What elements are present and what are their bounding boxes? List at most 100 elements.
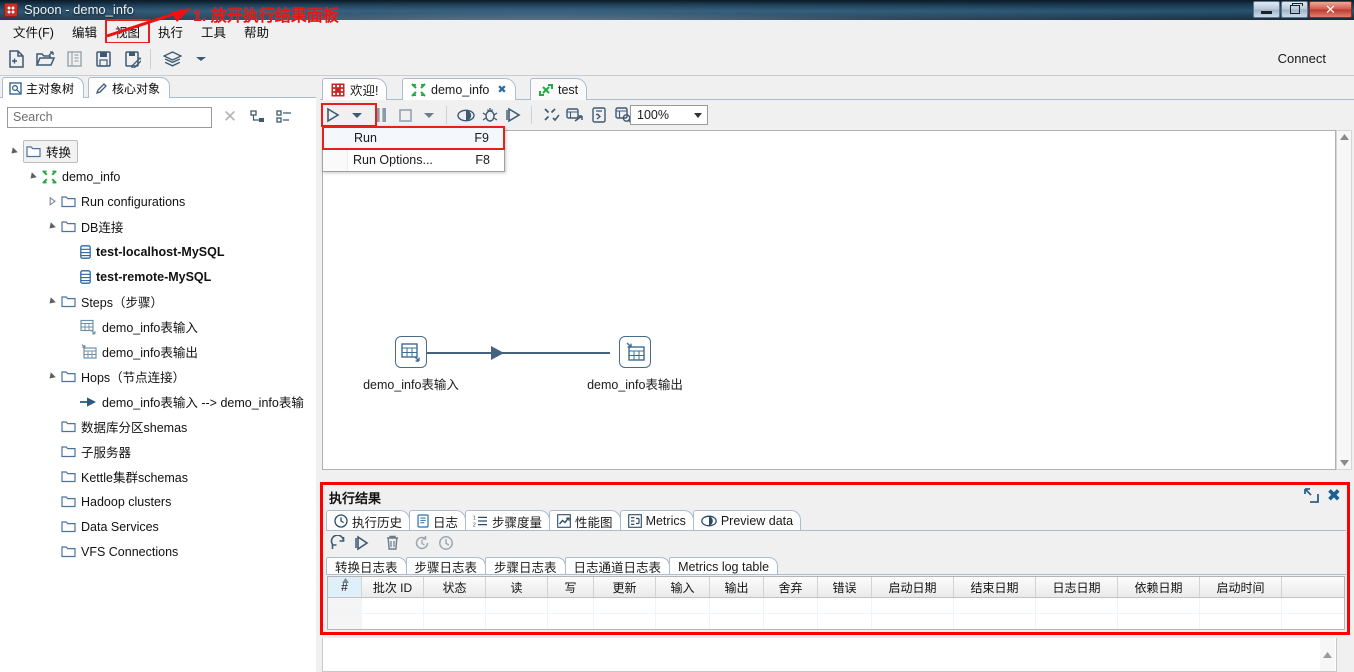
chevron-down-icon[interactable] xyxy=(188,46,214,72)
table-column-header[interactable] xyxy=(1282,577,1344,597)
delete-trash-icon[interactable] xyxy=(380,532,404,554)
explorer-icon[interactable] xyxy=(61,46,87,72)
tree-item[interactable]: demo_info表输出 xyxy=(0,339,316,364)
table-column-header[interactable]: 依赖日期 xyxy=(1118,577,1200,597)
exec-subtab-3[interactable]: 日志通道日志表 xyxy=(564,557,671,575)
refresh-icon[interactable] xyxy=(326,532,350,554)
run-history-icon[interactable] xyxy=(350,532,374,554)
tree-item[interactable]: test-localhost-MySQL xyxy=(0,239,316,264)
exec-tab-3[interactable]: 性能图 xyxy=(549,510,621,531)
tree-item[interactable]: VFS Connections xyxy=(0,539,316,564)
search-input[interactable] xyxy=(7,106,212,128)
twisty-collapsed-icon[interactable] xyxy=(48,197,57,206)
table-row[interactable] xyxy=(328,614,1344,629)
exec-subtab-4[interactable]: Metrics log table xyxy=(669,557,779,575)
table-column-header[interactable]: 输出 xyxy=(710,577,764,597)
clear-x-icon[interactable]: ✕ xyxy=(220,107,240,127)
table-column-header[interactable]: 更新 xyxy=(594,577,656,597)
replay-icon[interactable] xyxy=(503,104,525,126)
undo-clock-icon[interactable] xyxy=(410,532,434,554)
exec-tab-2[interactable]: 1 2 步骤度量 xyxy=(465,510,551,531)
exec-subtab-0[interactable]: 转换日志表 xyxy=(326,557,407,575)
zoom-combo[interactable]: 100% xyxy=(630,105,708,125)
tab-test[interactable]: test xyxy=(530,78,588,100)
replay-clock-icon[interactable] xyxy=(434,532,458,554)
bottom-scrollbar[interactable] xyxy=(1320,638,1335,671)
collapse-tree-icon[interactable] xyxy=(276,110,292,124)
stop-dropdown-arrow-icon[interactable] xyxy=(418,104,440,126)
tree-item[interactable]: test-remote-MySQL xyxy=(0,264,316,289)
save-as-icon[interactable] xyxy=(119,46,145,72)
menu-file[interactable]: 文件(F) xyxy=(4,20,63,43)
tree-item[interactable]: Hadoop clusters xyxy=(0,489,316,514)
table-column-header[interactable]: 写 xyxy=(548,577,594,597)
table-column-header[interactable]: 启动时间 xyxy=(1200,577,1282,597)
step-demo-info-table-input[interactable]: demo_info表输入 xyxy=(356,336,466,393)
step-demo-info-table-output[interactable]: demo_info表输出 xyxy=(580,336,690,393)
close-icon[interactable]: ✖ xyxy=(497,83,506,96)
maximize-panel-icon[interactable] xyxy=(1304,488,1319,503)
tree-item[interactable]: Steps（步骤） xyxy=(0,289,316,314)
tree-item[interactable]: Kettle集群schemas xyxy=(0,464,316,489)
tree-item[interactable]: demo_info表输入 xyxy=(0,314,316,339)
object-tree[interactable]: 转换 demo_info Run configurations DB连接 test-lo… xyxy=(0,136,316,672)
new-file-icon[interactable] xyxy=(3,46,29,72)
table-column-header[interactable]: 读 xyxy=(486,577,548,597)
exec-subtab-1[interactable]: 步骤日志表 xyxy=(405,557,487,575)
connect-label[interactable]: Connect xyxy=(1278,51,1326,66)
twisty-expanded-icon[interactable] xyxy=(10,147,19,156)
exec-tab-5[interactable]: Preview data xyxy=(692,510,802,531)
run-dropdown-menu[interactable]: Run F9 Run Options... F8 xyxy=(322,126,505,172)
tree-item[interactable]: demo_info xyxy=(0,164,316,189)
exec-subtab-2[interactable]: 步骤日志表 xyxy=(485,557,566,575)
chevron-down-icon[interactable] xyxy=(694,113,702,118)
menu-item-run-options[interactable]: Run Options... F8 xyxy=(323,149,504,171)
table-column-header[interactable]: # xyxy=(328,577,362,597)
table-column-header[interactable]: 错误 xyxy=(818,577,872,597)
twisty-expanded-icon[interactable] xyxy=(48,222,57,231)
close-panel-icon[interactable]: ✖ xyxy=(1327,487,1341,504)
table-column-header[interactable]: 状态 xyxy=(424,577,486,597)
layers-icon[interactable] xyxy=(159,46,185,72)
debug-icon[interactable] xyxy=(479,104,501,126)
preview-icon[interactable] xyxy=(455,104,477,126)
tree-item[interactable]: demo_info表输入 --> demo_info表输 xyxy=(0,389,316,414)
save-icon[interactable] xyxy=(90,46,116,72)
table-column-header[interactable]: 启动日期 xyxy=(872,577,954,597)
table-column-header[interactable]: 批次 ID xyxy=(362,577,424,597)
tab-demo-info[interactable]: demo_info ✖ xyxy=(402,78,516,100)
impact-icon[interactable] xyxy=(564,104,586,126)
menu-edit[interactable]: 编辑 xyxy=(63,20,106,43)
table-column-header[interactable]: 结束日期 xyxy=(954,577,1036,597)
verify-icon[interactable] xyxy=(540,104,562,126)
tab-welcome[interactable]: 欢迎! xyxy=(322,78,388,100)
canvas-vertical-scrollbar[interactable] xyxy=(1336,130,1352,470)
twisty-expanded-icon[interactable] xyxy=(29,172,38,181)
tree-item[interactable]: Data Services xyxy=(0,514,316,539)
sidebar-tab-core-objects[interactable]: 核心对象 xyxy=(88,77,171,98)
sql-icon[interactable] xyxy=(588,104,610,126)
minimize-button[interactable] xyxy=(1253,1,1280,18)
expand-tree-icon[interactable] xyxy=(250,110,266,124)
twisty-expanded-icon[interactable] xyxy=(48,372,57,381)
stop-icon[interactable] xyxy=(394,104,416,126)
exec-tab-4[interactable]: Metrics xyxy=(619,510,694,531)
tree-item[interactable]: 转换 xyxy=(0,139,316,164)
tree-item[interactable]: DB连接 xyxy=(0,214,316,239)
maximize-button[interactable] xyxy=(1281,1,1308,18)
close-button[interactable]: ✕ xyxy=(1309,1,1352,18)
menu-item-run[interactable]: Run F9 xyxy=(322,126,505,150)
execution-history-table[interactable]: # 批次 ID 状态 读 写 更新 输入 输出 舍弃 错误 启动日期 结束日期 日志日期 依赖日期 启动时间 xyxy=(327,576,1345,630)
tree-item[interactable]: Hops（节点连接） xyxy=(0,364,316,389)
open-folder-icon[interactable] xyxy=(32,46,58,72)
tree-item[interactable]: 数据库分区shemas xyxy=(0,414,316,439)
sidebar-tab-main-object-tree[interactable]: 主对象树 xyxy=(2,77,85,98)
table-column-header[interactable]: 舍弃 xyxy=(764,577,818,597)
twisty-expanded-icon[interactable] xyxy=(48,297,57,306)
exec-tab-1[interactable]: 日志 xyxy=(409,510,467,531)
table-row[interactable] xyxy=(328,598,1344,614)
table-column-header[interactable]: 输入 xyxy=(656,577,710,597)
table-column-header[interactable]: 日志日期 xyxy=(1036,577,1118,597)
tree-item[interactable]: Run configurations xyxy=(0,189,316,214)
transformation-canvas[interactable]: demo_info表输入 demo_info表输出 xyxy=(322,130,1336,470)
